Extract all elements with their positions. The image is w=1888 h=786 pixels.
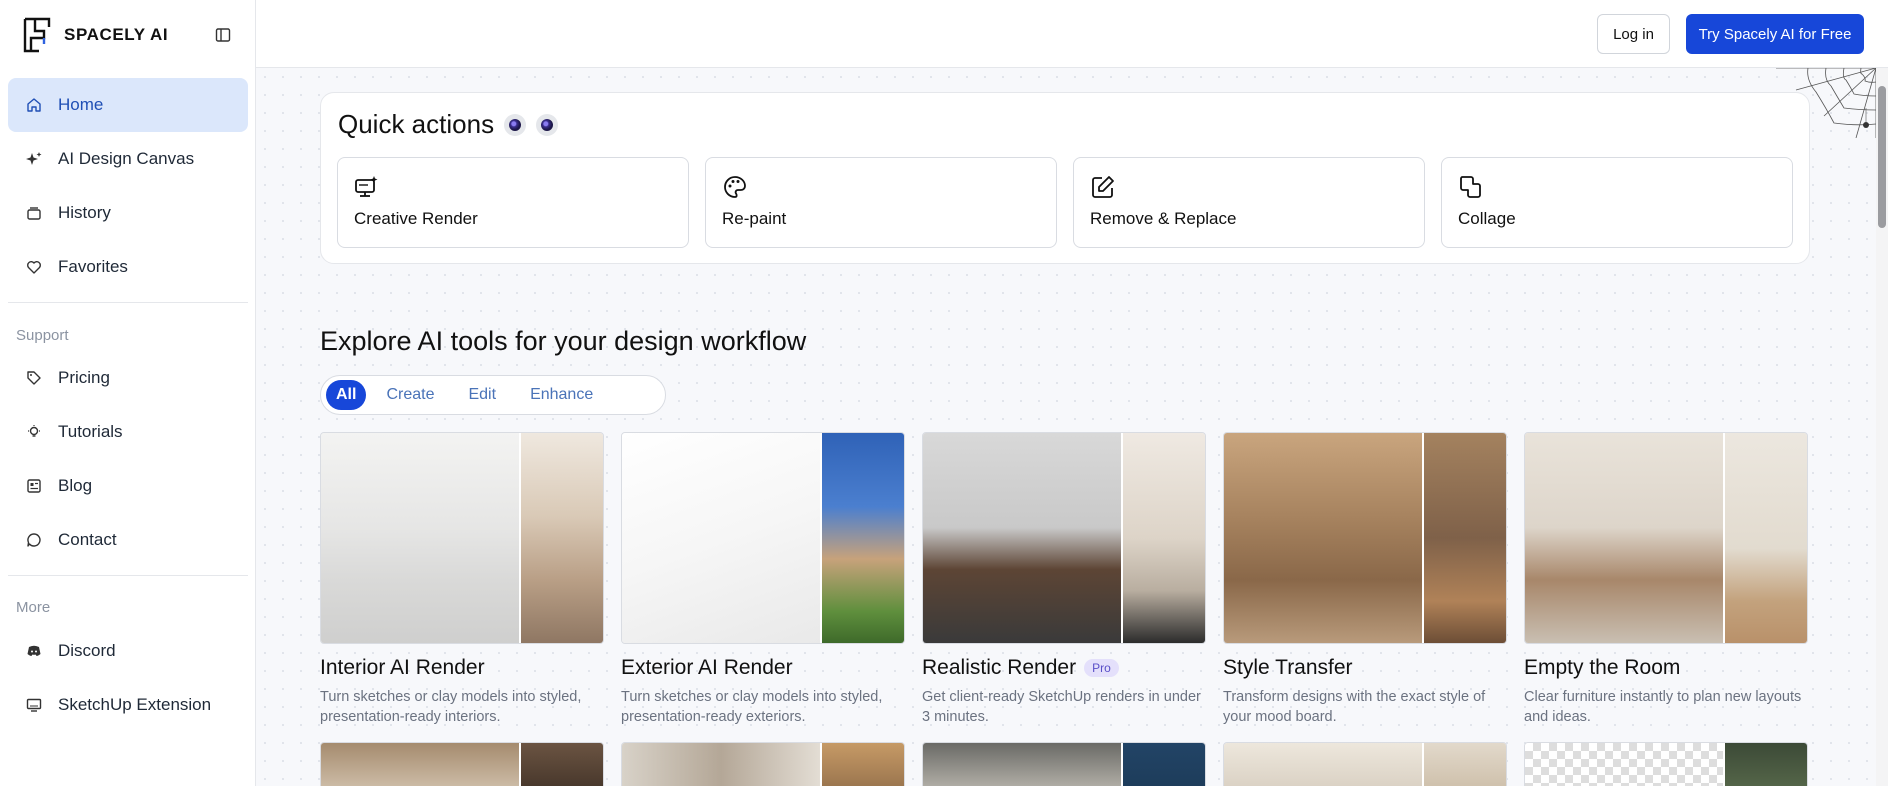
main-content: Quick actions Creative Render Re-paint R… — [256, 68, 1876, 786]
tool-title: Exterior AI Render — [621, 656, 793, 679]
sidebar-toggle-icon — [215, 28, 231, 42]
eye-icon — [504, 113, 527, 136]
nav-item-discord[interactable]: Discord — [8, 624, 248, 678]
filter-tabs: All Create Edit Enhance — [320, 375, 666, 415]
nav-support: Pricing Tutorials Blog Contact — [8, 351, 248, 567]
nav-item-label: AI Design Canvas — [58, 149, 195, 168]
tool-title: Style Transfer — [1223, 656, 1353, 679]
nav-item-label: History — [58, 203, 111, 222]
tool-card-empty-the-room[interactable]: Empty the Room Clear furniture instantly… — [1524, 432, 1808, 727]
nav-item-blog[interactable]: Blog — [8, 459, 248, 513]
tool-description: Turn sketches or clay models into styled… — [320, 689, 582, 725]
quick-action-collage[interactable]: Collage — [1441, 157, 1793, 248]
nav-item-pricing[interactable]: Pricing — [8, 351, 248, 405]
tool-card-interior-ai-render[interactable]: Interior AI Render Turn sketches or clay… — [320, 432, 604, 727]
lightbulb-icon — [24, 422, 44, 442]
try-free-button[interactable]: Try Spacely AI for Free — [1686, 14, 1864, 54]
explore-title: Explore AI tools for your design workflo… — [320, 326, 807, 356]
render-icon — [355, 176, 378, 197]
scrollbar-thumb[interactable] — [1878, 86, 1886, 228]
monitor-icon — [24, 695, 44, 715]
tool-thumbnail — [1524, 432, 1808, 644]
home-icon — [24, 95, 44, 115]
nav-divider — [8, 302, 248, 303]
sparkles-icon — [24, 149, 44, 169]
nav-item-label: Tutorials — [58, 422, 123, 441]
quick-action-label: Remove & Replace — [1090, 209, 1237, 228]
collage-icon — [1460, 176, 1481, 198]
tool-title: Empty the Room — [1524, 656, 1681, 679]
nav-item-tutorials[interactable]: Tutorials — [8, 405, 248, 459]
tool-title: Realistic Render — [922, 656, 1077, 679]
support-section-label: Support — [16, 327, 69, 344]
tool-card-thumbnail-partial[interactable] — [922, 742, 1206, 786]
login-button[interactable]: Log in — [1597, 14, 1670, 54]
quick-action-label: Creative Render — [354, 209, 478, 228]
nav-item-home[interactable]: Home — [8, 78, 248, 132]
tool-card-exterior-ai-render[interactable]: Exterior AI Render Turn sketches or clay… — [621, 432, 905, 727]
nav-item-ai-design-canvas[interactable]: AI Design Canvas — [8, 132, 248, 186]
tool-card-thumbnail-partial[interactable] — [320, 742, 604, 786]
collapse-sidebar-button[interactable] — [212, 24, 234, 46]
nav-item-label: Blog — [58, 476, 93, 495]
nav-item-label: Contact — [58, 530, 117, 549]
filter-tab-all[interactable]: All — [326, 380, 367, 410]
tool-thumbnail — [1223, 432, 1507, 644]
nav-item-label: SketchUp Extension — [58, 695, 212, 714]
quick-action-label: Re-paint — [722, 209, 787, 228]
nav-item-favorites[interactable]: Favorites — [8, 240, 248, 294]
sidebar: SPACELY AI Home AI Design Canvas History… — [0, 0, 256, 786]
quick-actions-panel: Quick actions Creative Render Re-paint R… — [320, 92, 1810, 264]
nav-item-label: Home — [58, 95, 104, 114]
eye-icon — [536, 113, 559, 136]
nav-item-label: Favorites — [58, 257, 128, 276]
nav-divider — [8, 575, 248, 576]
nav-item-history[interactable]: History — [8, 186, 248, 240]
quick-action-creative-render[interactable]: Creative Render — [337, 157, 689, 248]
tool-card-thumbnail-partial[interactable] — [621, 742, 905, 786]
discord-icon — [24, 641, 44, 661]
nav-item-label: Pricing — [58, 368, 110, 387]
filter-tab-edit[interactable]: Edit — [454, 380, 510, 410]
spacely-logo-icon — [23, 17, 51, 53]
tool-title: Interior AI Render — [320, 656, 485, 679]
tool-card-thumbnail-partial[interactable] — [1524, 742, 1808, 786]
tool-card-realistic-render[interactable]: Realistic Render Pro Get client-ready Ske… — [922, 432, 1206, 727]
nav-main: Home AI Design Canvas History Favorites — [8, 78, 248, 294]
tool-description: Turn sketches or clay models into styled… — [621, 689, 883, 725]
pro-badge: Pro — [1084, 659, 1119, 677]
tool-description: Get client-ready SketchUp renders in und… — [922, 689, 1201, 725]
palette-icon — [724, 176, 746, 198]
tool-card-style-transfer[interactable]: Style Transfer Transform designs with th… — [1223, 432, 1507, 727]
quick-action-remove-replace[interactable]: Remove & Replace — [1073, 157, 1425, 248]
tag-icon — [24, 368, 44, 388]
filter-tab-enhance[interactable]: Enhance — [516, 380, 607, 410]
tool-description: Clear furniture instantly to plan new la… — [1524, 689, 1802, 725]
nav-item-contact[interactable]: Contact — [8, 513, 248, 567]
nav-item-sketchup-extension[interactable]: SketchUp Extension — [8, 678, 248, 732]
page-scrollbar[interactable] — [1876, 68, 1888, 786]
quick-actions-title: Quick actions — [338, 109, 495, 139]
brand[interactable]: SPACELY AI — [22, 16, 168, 54]
newspaper-icon — [24, 476, 44, 496]
tool-thumbnail — [621, 432, 905, 644]
edit-icon — [1092, 176, 1114, 198]
tool-thumbnail — [922, 432, 1206, 644]
quick-action-label: Collage — [1458, 209, 1516, 228]
tool-card-thumbnail-partial[interactable] — [1223, 742, 1507, 786]
quick-action-re-paint[interactable]: Re-paint — [705, 157, 1057, 248]
tool-description: Transform designs with the exact style o… — [1223, 689, 1486, 725]
top-bar: Log in Try Spacely AI for Free — [256, 0, 1888, 68]
history-icon — [24, 203, 44, 223]
chat-icon — [24, 530, 44, 550]
nav-more: Discord SketchUp Extension — [8, 624, 248, 732]
quick-actions-header: Quick actions — [338, 109, 559, 140]
brand-name: SPACELY AI — [64, 25, 169, 44]
heart-icon — [24, 257, 44, 277]
tool-thumbnail — [320, 432, 604, 644]
nav-item-label: Discord — [58, 641, 116, 660]
more-section-label: More — [16, 599, 51, 616]
filter-tab-create[interactable]: Create — [372, 380, 448, 410]
